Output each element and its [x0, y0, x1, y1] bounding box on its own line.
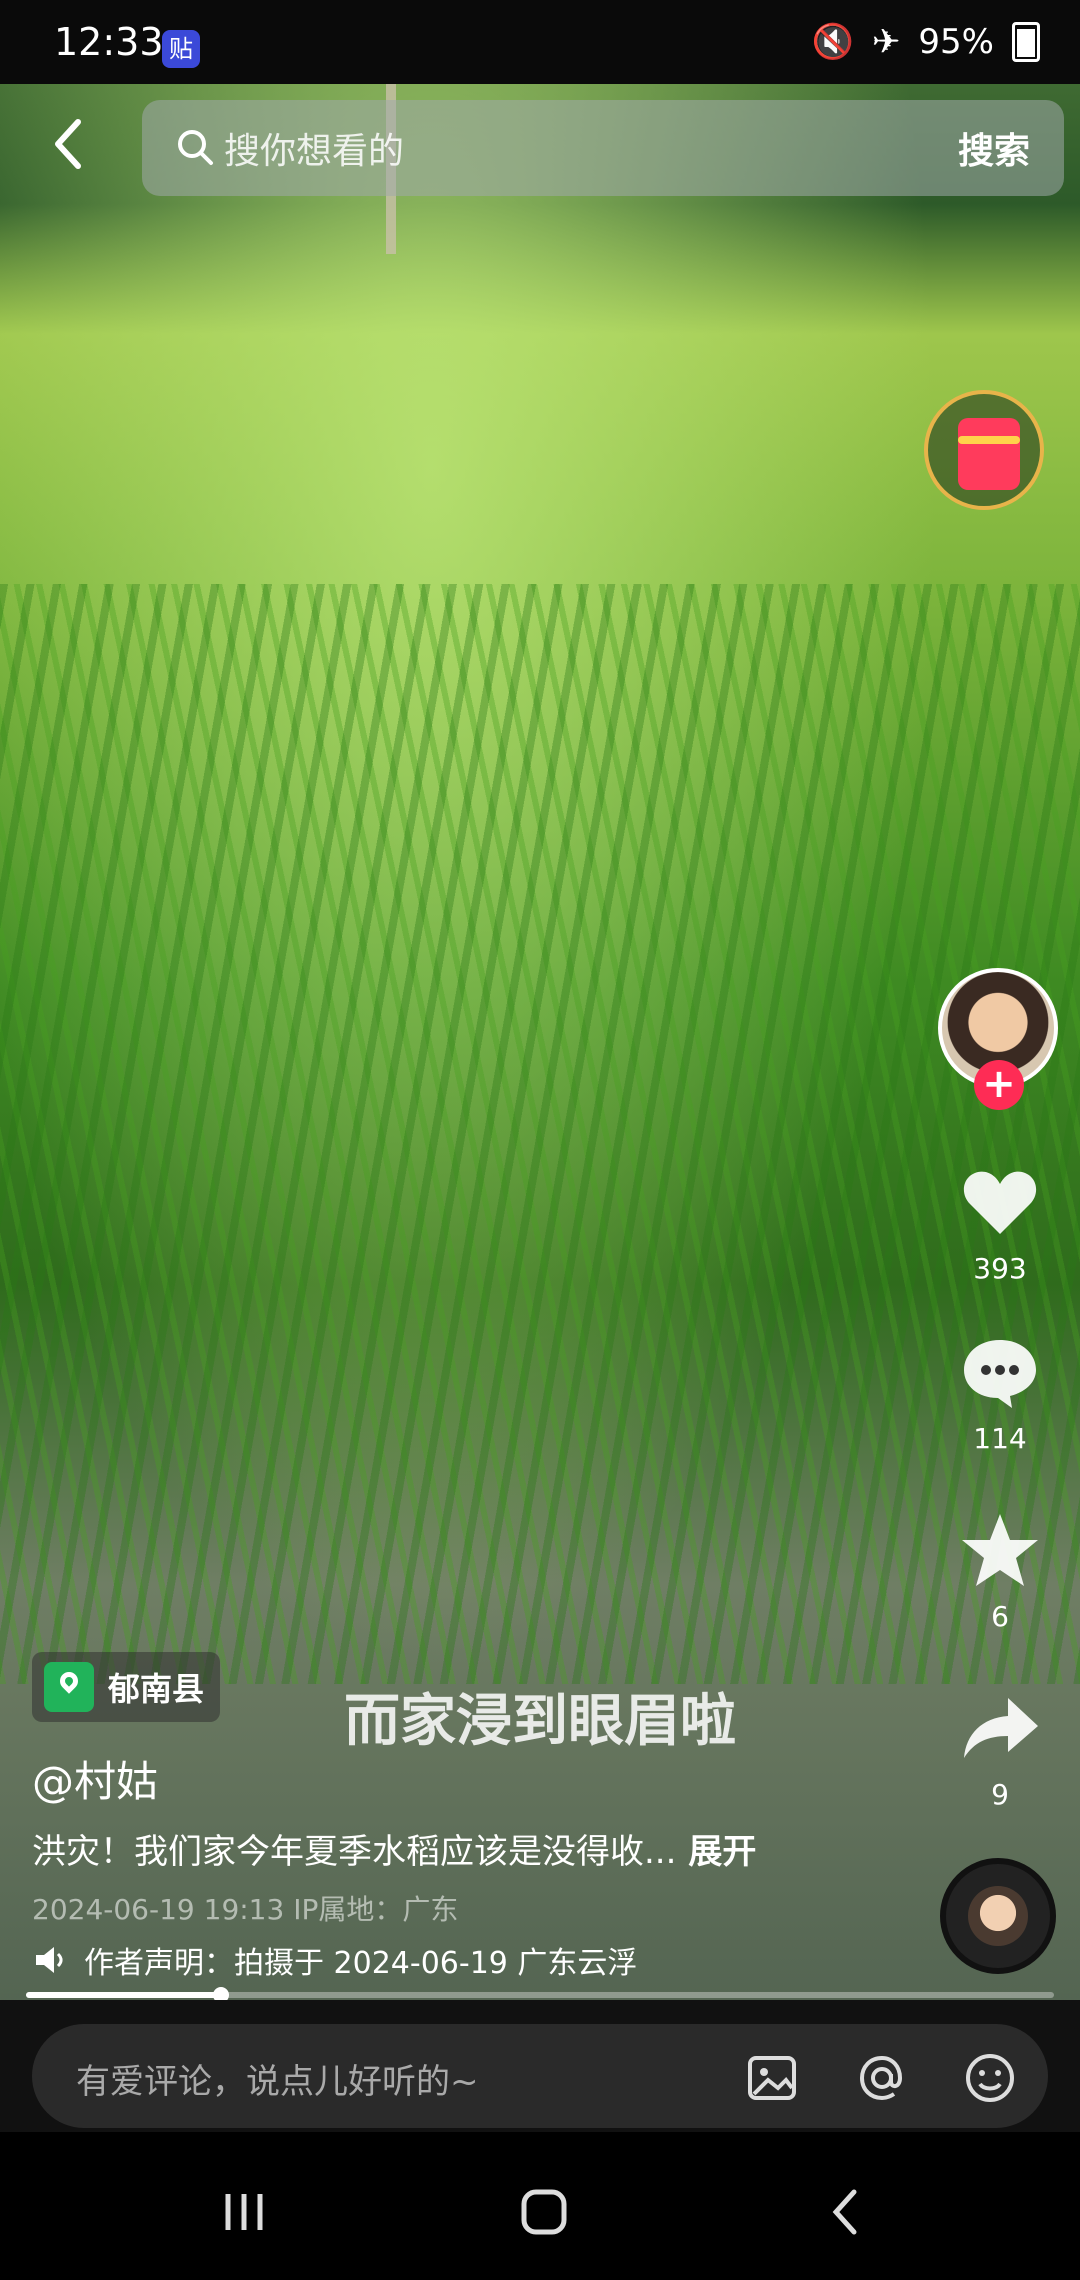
comment-bar: 有爱评论，说点儿好听的~ — [0, 2000, 1080, 2132]
author-notice-text: 作者声明：拍摄于 2024-06-19 广东云浮 — [84, 1946, 638, 1981]
favorite-count: 6 — [991, 1600, 1009, 1633]
red-envelope-button[interactable] — [924, 390, 1044, 510]
status-time: 12:33 — [54, 20, 164, 64]
post-meta: 2024-06-19 19:13 IP属地：广东 — [32, 1893, 459, 1926]
heart-icon — [963, 1171, 1037, 1234]
author-notice: 作者声明：拍摄于 2024-06-19 广东云浮 — [32, 1938, 637, 1982]
comment-input[interactable]: 有爱评论，说点儿好听的~ — [76, 2054, 479, 2103]
video-subtitle: 而家浸到眼眉啦 — [344, 1689, 736, 1754]
video-description: 洪灾！我们家今年夏季水稻应该是没得收... 展开 — [32, 1824, 756, 1873]
mute-icon: 🔇 — [811, 22, 854, 62]
like-count: 393 — [973, 1252, 1027, 1285]
follow-button[interactable]: + — [974, 1060, 1024, 1110]
speaker-icon — [36, 1947, 63, 1973]
search-icon — [178, 130, 213, 165]
search-button[interactable]: 搜索 — [958, 122, 1030, 174]
nav-back-icon[interactable] — [816, 2182, 876, 2242]
home-icon[interactable] — [514, 2182, 574, 2242]
system-navigation-bar — [0, 2132, 1080, 2280]
image-icon[interactable] — [744, 2050, 800, 2106]
comment-icon — [964, 1340, 1036, 1408]
status-bar: 12:33 贴 🔇 ✈ 95% — [0, 0, 1080, 84]
back-button[interactable] — [44, 112, 92, 176]
progress-fill — [26, 1992, 222, 1998]
music-cover — [968, 1886, 1028, 1946]
app-notification-icon: 贴 — [162, 30, 200, 68]
search-bar[interactable]: 搜你想看的 搜索 — [142, 100, 1064, 196]
emoji-icon[interactable] — [962, 2050, 1018, 2106]
expand-button[interactable]: 展开 — [688, 1832, 756, 1872]
battery-icon — [1012, 22, 1040, 62]
comment-button[interactable]: 114 — [952, 1330, 1048, 1455]
red-envelope-icon — [958, 418, 1020, 490]
back-icon — [55, 119, 81, 169]
at-icon[interactable] — [854, 2050, 910, 2106]
comment-count: 114 — [973, 1422, 1027, 1455]
battery-percent: 95% — [918, 22, 994, 62]
comment-input-box[interactable]: 有爱评论，说点儿好听的~ — [32, 2024, 1048, 2128]
star-icon — [962, 1514, 1038, 1586]
recent-apps-icon[interactable] — [214, 2182, 274, 2242]
video-progress[interactable] — [26, 1987, 1054, 2003]
rice-field — [0, 584, 1080, 1684]
like-button[interactable]: 393 — [952, 1160, 1048, 1285]
description-text: 洪灾！我们家今年夏季水稻应该是没得收... — [32, 1832, 677, 1872]
favorite-button[interactable]: 6 — [952, 1508, 1048, 1633]
search-input[interactable]: 搜你想看的 — [224, 122, 404, 174]
author-name[interactable]: @村姑 — [32, 1748, 158, 1809]
status-icons: 🔇 ✈ 95% — [812, 22, 1040, 62]
airplane-icon: ✈ — [871, 22, 901, 62]
music-disc[interactable] — [940, 1858, 1056, 1974]
share-count: 9 — [991, 1778, 1009, 1811]
